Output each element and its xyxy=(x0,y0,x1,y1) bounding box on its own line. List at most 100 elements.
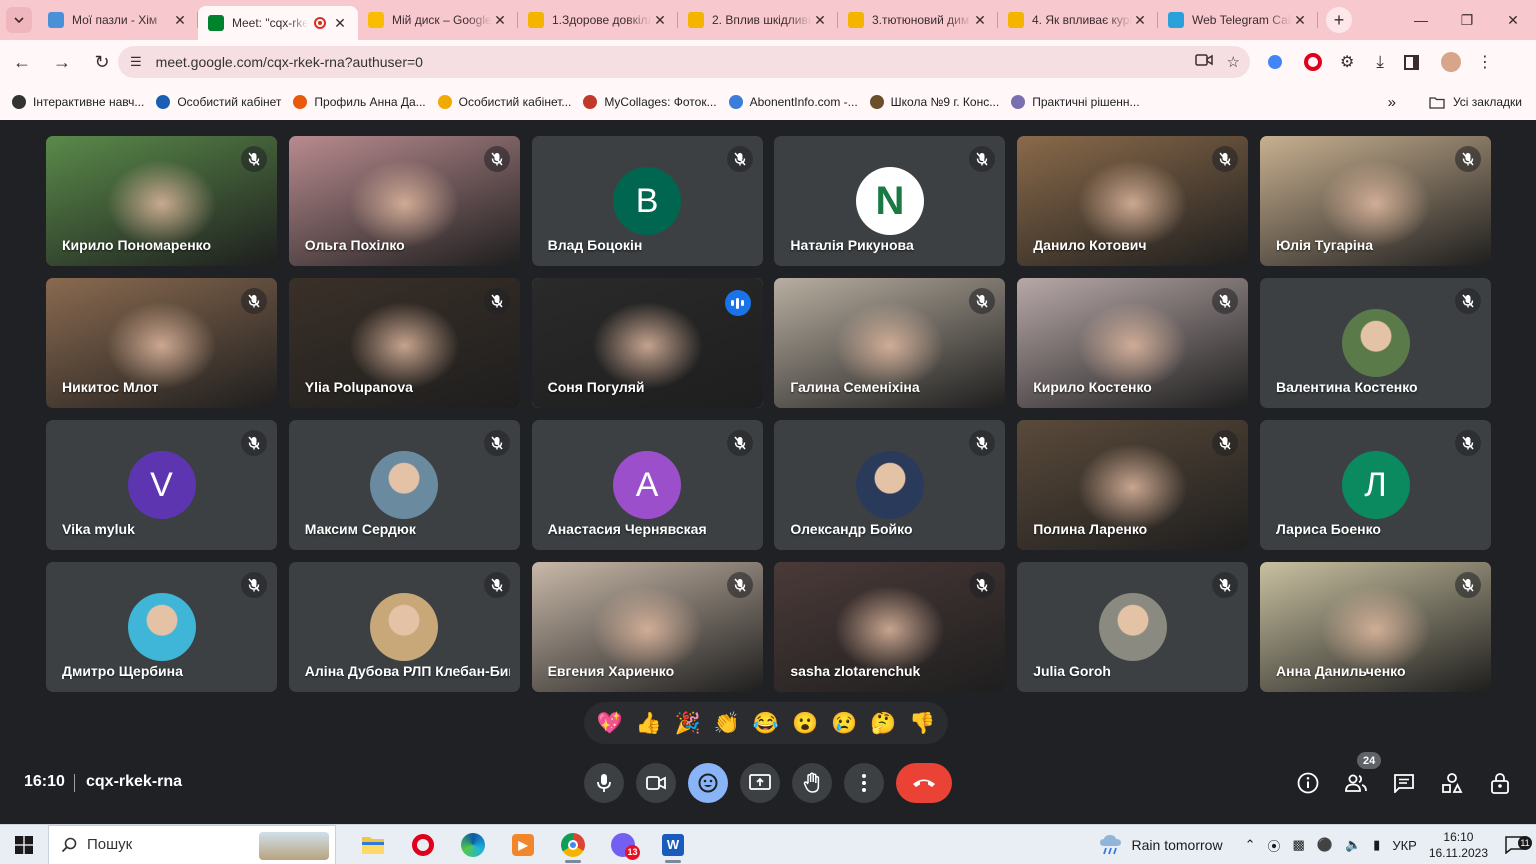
chat-button[interactable] xyxy=(1384,763,1424,803)
weather-widget[interactable]: Rain tomorrow xyxy=(1098,834,1223,856)
browser-tab[interactable]: 2. Вплив шкідливих ✕ xyxy=(678,0,838,40)
participant-tile[interactable]: Олександр Бойко xyxy=(774,420,1006,550)
meeting-details-button[interactable] xyxy=(1288,763,1328,803)
chevron-up-icon[interactable]: ⌃ xyxy=(1245,837,1256,853)
word-app[interactable]: W xyxy=(648,825,698,864)
participant-tile[interactable]: N Наталія Рикунова xyxy=(774,136,1006,266)
participant-tile[interactable]: Julia Goroh xyxy=(1017,562,1249,692)
participant-tile[interactable]: Максим Сердюк xyxy=(288,420,520,550)
reaction-emoji-button[interactable]: 👍 xyxy=(636,713,662,734)
close-tab-icon[interactable]: ✕ xyxy=(492,12,508,29)
close-window-button[interactable]: ✕ xyxy=(1490,0,1536,40)
new-tab-button[interactable]: + xyxy=(1326,7,1352,33)
reaction-emoji-button[interactable]: 🤔 xyxy=(870,713,896,734)
more-options-button[interactable] xyxy=(844,763,884,803)
bookmark-star-icon[interactable]: ☆ xyxy=(1227,53,1240,71)
participant-tile[interactable]: Галина Семеніхіна xyxy=(774,278,1006,408)
reaction-emoji-button[interactable]: 🎉 xyxy=(675,713,701,734)
more-bookmarks-icon[interactable]: » xyxy=(1388,84,1396,120)
opera-app[interactable] xyxy=(398,825,448,864)
participant-tile[interactable]: Ylia Polupanova xyxy=(288,278,520,408)
participant-tile[interactable]: Дмитро Щербина xyxy=(46,562,277,692)
participant-tile[interactable]: Валентина Костенко xyxy=(1260,278,1491,408)
participant-tile[interactable]: Никитос Млот xyxy=(46,278,277,408)
people-button[interactable] xyxy=(1336,763,1376,803)
participant-tile[interactable]: Полина Ларенко xyxy=(1017,420,1249,550)
host-controls-button[interactable] xyxy=(1480,763,1520,803)
url-text[interactable]: meet.google.com/cqx-rkek-rna?authuser=0 xyxy=(156,54,423,70)
browser-tab[interactable]: 4. Як впливає куріння✕ xyxy=(998,0,1158,40)
bookmark-item[interactable]: Школа №9 г. Конс... xyxy=(869,95,999,109)
forward-button[interactable]: → xyxy=(44,44,80,80)
participant-tile[interactable]: Соня Погуляй xyxy=(531,278,763,408)
bookmark-item[interactable]: AbonentInfo.com -... xyxy=(728,95,858,109)
close-tab-icon[interactable]: ✕ xyxy=(652,12,668,29)
microphone-button[interactable] xyxy=(584,763,624,803)
profile-avatar[interactable] xyxy=(1440,52,1461,72)
browser-tab[interactable]: 3.тютюновий дим ✕ xyxy=(838,0,998,40)
side-panel-icon[interactable] xyxy=(1403,54,1419,70)
taskbar-search[interactable]: Пошук xyxy=(48,824,336,864)
participant-tile[interactable]: Евгения Хариенко xyxy=(531,562,763,692)
reaction-emoji-button[interactable]: 😂 xyxy=(753,713,779,734)
camera-button[interactable] xyxy=(636,763,676,803)
opera-extension-icon[interactable] xyxy=(1304,53,1322,71)
close-tab-icon[interactable]: ✕ xyxy=(1132,12,1148,29)
all-bookmarks-button[interactable]: Усі закладки xyxy=(1429,84,1522,120)
viber-app[interactable]: 13 xyxy=(598,825,648,864)
start-button[interactable] xyxy=(0,825,48,864)
close-tab-icon[interactable]: ✕ xyxy=(1292,12,1308,29)
participant-tile[interactable]: B Влад Боцокін xyxy=(531,136,763,266)
bookmark-item[interactable]: Особистий кабінет... xyxy=(437,95,571,109)
participant-tile[interactable]: Кирило Пономаренко xyxy=(46,136,277,266)
participant-tile[interactable]: Л Лариса Боенко xyxy=(1260,420,1491,550)
participant-tile[interactable]: Юлія Тугаріна xyxy=(1260,136,1491,266)
back-button[interactable]: ← xyxy=(4,44,40,80)
participant-tile[interactable]: A Анастасия Чернявская xyxy=(531,420,763,550)
browser-tab[interactable]: Мій диск – Google Диск✕ xyxy=(358,0,518,40)
notification-center-button[interactable]: 11 xyxy=(1498,836,1532,854)
reaction-emoji-button[interactable]: 😢 xyxy=(831,713,857,734)
address-bar[interactable]: ☰ meet.google.com/cqx-rkek-rna?authuser=… xyxy=(118,46,1250,78)
reactions-button[interactable] xyxy=(688,763,728,803)
browser-tab[interactable]: Web Telegram Сайт ✕ xyxy=(1158,0,1318,40)
reaction-emoji-button[interactable]: 😮 xyxy=(792,713,818,734)
file-explorer-app[interactable] xyxy=(348,825,398,864)
site-info-icon[interactable]: ☰ xyxy=(130,54,142,70)
reload-button[interactable]: ↻ xyxy=(84,44,120,80)
close-tab-icon[interactable]: ✕ xyxy=(332,15,348,32)
participant-tile[interactable]: Кирило Костенко xyxy=(1017,278,1249,408)
close-tab-icon[interactable]: ✕ xyxy=(972,12,988,29)
browser-tab[interactable]: Meet: "cqx-rkek-rna" ✕ xyxy=(198,6,358,40)
volume-icon[interactable]: 🔈 xyxy=(1345,837,1361,853)
participant-tile[interactable]: sasha zlotarenchuk xyxy=(774,562,1006,692)
reaction-emoji-button[interactable]: 💖 xyxy=(596,713,622,734)
microphone-tray-icon[interactable]: ⚫ xyxy=(1317,837,1333,853)
download-icon[interactable]: ⤓ xyxy=(1376,52,1384,72)
battery-icon[interactable]: ▮ xyxy=(1373,837,1380,853)
language-indicator[interactable]: УКР xyxy=(1392,838,1417,853)
bookmark-item[interactable]: Практичні рішенн... xyxy=(1011,95,1140,109)
bookmark-item[interactable]: Профиль Анна Да... xyxy=(293,95,426,109)
close-tab-icon[interactable]: ✕ xyxy=(172,12,188,29)
extensions-puzzle-icon[interactable]: ⚙ xyxy=(1340,52,1354,72)
minimize-button[interactable]: — xyxy=(1398,0,1444,40)
bookmark-item[interactable]: Особистий кабінет xyxy=(156,95,281,109)
reaction-emoji-button[interactable]: 👏 xyxy=(714,713,740,734)
browser-tab[interactable]: 1.Здорове довкілля ✕ xyxy=(518,0,678,40)
camera-in-use-icon[interactable] xyxy=(1194,53,1213,71)
bookmark-item[interactable]: Інтерактивне навч... xyxy=(12,95,144,109)
participant-tile[interactable]: Аліна Дубова РЛП Клебан-Бик xyxy=(288,562,520,692)
chrome-app[interactable] xyxy=(548,825,598,864)
display-icon[interactable]: ▩ xyxy=(1292,837,1304,853)
close-tab-icon[interactable]: ✕ xyxy=(812,12,828,29)
leave-call-button[interactable] xyxy=(896,763,952,803)
browser-tab[interactable]: Мої пазли - Хім ✕ xyxy=(38,0,198,40)
maximize-button[interactable]: ❐ xyxy=(1444,0,1490,40)
edge-app[interactable] xyxy=(448,825,498,864)
media-indicator-icon[interactable] xyxy=(1268,55,1282,69)
activities-button[interactable] xyxy=(1432,763,1472,803)
browser-menu-icon[interactable]: ⋮ xyxy=(1477,52,1493,72)
tab-search-button[interactable] xyxy=(6,7,32,33)
bookmark-item[interactable]: MyCollages: Фоток... xyxy=(583,95,717,109)
